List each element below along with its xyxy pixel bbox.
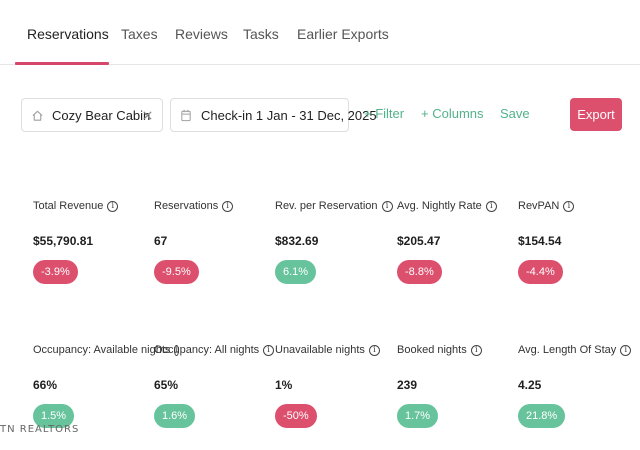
metric-label: Total Revenue — [33, 200, 104, 212]
metric-occupancy-all: Occupancy: All nights i 65% 1.6% — [154, 344, 274, 428]
change-badge: -4.4% — [518, 260, 563, 284]
metric-total-revenue: Total Revenue i $55,790.81 -3.9% — [33, 200, 153, 284]
metric-label: Avg. Length Of Stay — [518, 344, 617, 356]
metric-value: 1% — [275, 378, 293, 392]
info-icon[interactable]: i — [263, 344, 274, 356]
info-icon[interactable]: i — [222, 200, 234, 212]
calendar-icon — [180, 109, 192, 122]
metric-value: $832.69 — [275, 234, 319, 248]
metric-occupancy-available: Occupancy: Available nights i 66% 1.5% — [33, 344, 179, 428]
metric-avg-length-of-stay: Avg. Length Of Stay i 4.25 21.8% — [518, 344, 638, 428]
metric-value: $205.47 — [397, 234, 441, 248]
info-icon[interactable]: i — [485, 200, 497, 212]
metric-unavailable-nights: Unavailable nights i 1% -50% — [275, 344, 395, 428]
info-icon[interactable]: i — [563, 200, 575, 212]
save-button[interactable]: Save — [500, 106, 530, 121]
tab-earlier-exports[interactable]: Earlier Exports — [297, 26, 389, 42]
export-button[interactable]: Export — [570, 98, 622, 131]
tab-reservations[interactable]: Reservations — [27, 26, 109, 42]
metric-label: RevPAN — [518, 200, 560, 212]
metric-avg-nightly-rate: Avg. Nightly Rate i $205.47 -8.8% — [397, 200, 517, 284]
metric-label: Occupancy: Available nights — [33, 344, 171, 356]
change-badge: -9.5% — [154, 260, 199, 284]
active-tab-indicator — [15, 62, 109, 65]
add-columns-button[interactable]: + Columns — [421, 106, 484, 121]
home-icon — [31, 109, 44, 122]
info-icon[interactable]: i — [470, 344, 482, 356]
date-range-chip[interactable]: Check-in 1 Jan - 31 Dec, 2025 — [170, 98, 377, 132]
property-filter-chip[interactable]: Cozy Bear Cabin — [21, 98, 163, 132]
change-badge: 21.8% — [518, 404, 566, 428]
tab-taxes[interactable]: Taxes — [121, 26, 158, 42]
metric-value: 66% — [33, 378, 58, 392]
metric-label: Booked nights — [397, 344, 467, 356]
change-badge: -50% — [275, 404, 317, 428]
info-icon[interactable]: i — [620, 344, 632, 356]
tab-reviews[interactable]: Reviews — [175, 26, 228, 42]
change-badge: -8.8% — [397, 260, 442, 284]
date-range-label: Check-in 1 Jan - 31 Dec, 2025 — [201, 107, 377, 123]
metric-revpan: RevPAN i $154.54 -4.4% — [518, 200, 638, 284]
metric-rev-per-reservation: Rev. per Reservation i $832.69 6.1% — [275, 200, 395, 284]
metric-value: 65% — [154, 378, 179, 392]
change-badge: -3.9% — [33, 260, 78, 284]
metric-value: 67 — [154, 234, 168, 248]
tab-bar: Reservations Taxes Reviews Tasks Earlier… — [0, 0, 640, 65]
watermark: TN REALTORS — [0, 424, 80, 435]
metric-label: Reservations — [154, 200, 219, 212]
metric-label: Occupancy: All nights — [154, 344, 260, 356]
metric-value: 4.25 — [518, 378, 542, 392]
tab-tasks[interactable]: Tasks — [243, 26, 279, 42]
info-icon[interactable]: i — [381, 200, 393, 212]
metric-value: $55,790.81 — [33, 234, 94, 248]
metric-label: Avg. Nightly Rate — [397, 200, 482, 212]
change-badge: 1.6% — [154, 404, 196, 428]
info-icon[interactable]: i — [107, 200, 119, 212]
metric-booked-nights: Booked nights i 239 1.7% — [397, 344, 517, 428]
metric-value: 239 — [397, 378, 418, 392]
metric-label: Unavailable nights — [275, 344, 365, 356]
metric-reservations: Reservations i 67 -9.5% — [154, 200, 274, 284]
metric-label: Rev. per Reservation — [275, 200, 378, 212]
change-badge: 1.7% — [397, 404, 439, 428]
add-filter-button[interactable]: + Filter — [364, 106, 404, 121]
property-name: Cozy Bear Cabin — [52, 107, 151, 123]
info-icon[interactable]: i — [368, 344, 380, 356]
change-badge: 6.1% — [275, 260, 317, 284]
metric-value: $154.54 — [518, 234, 562, 248]
close-icon[interactable] — [142, 110, 153, 121]
